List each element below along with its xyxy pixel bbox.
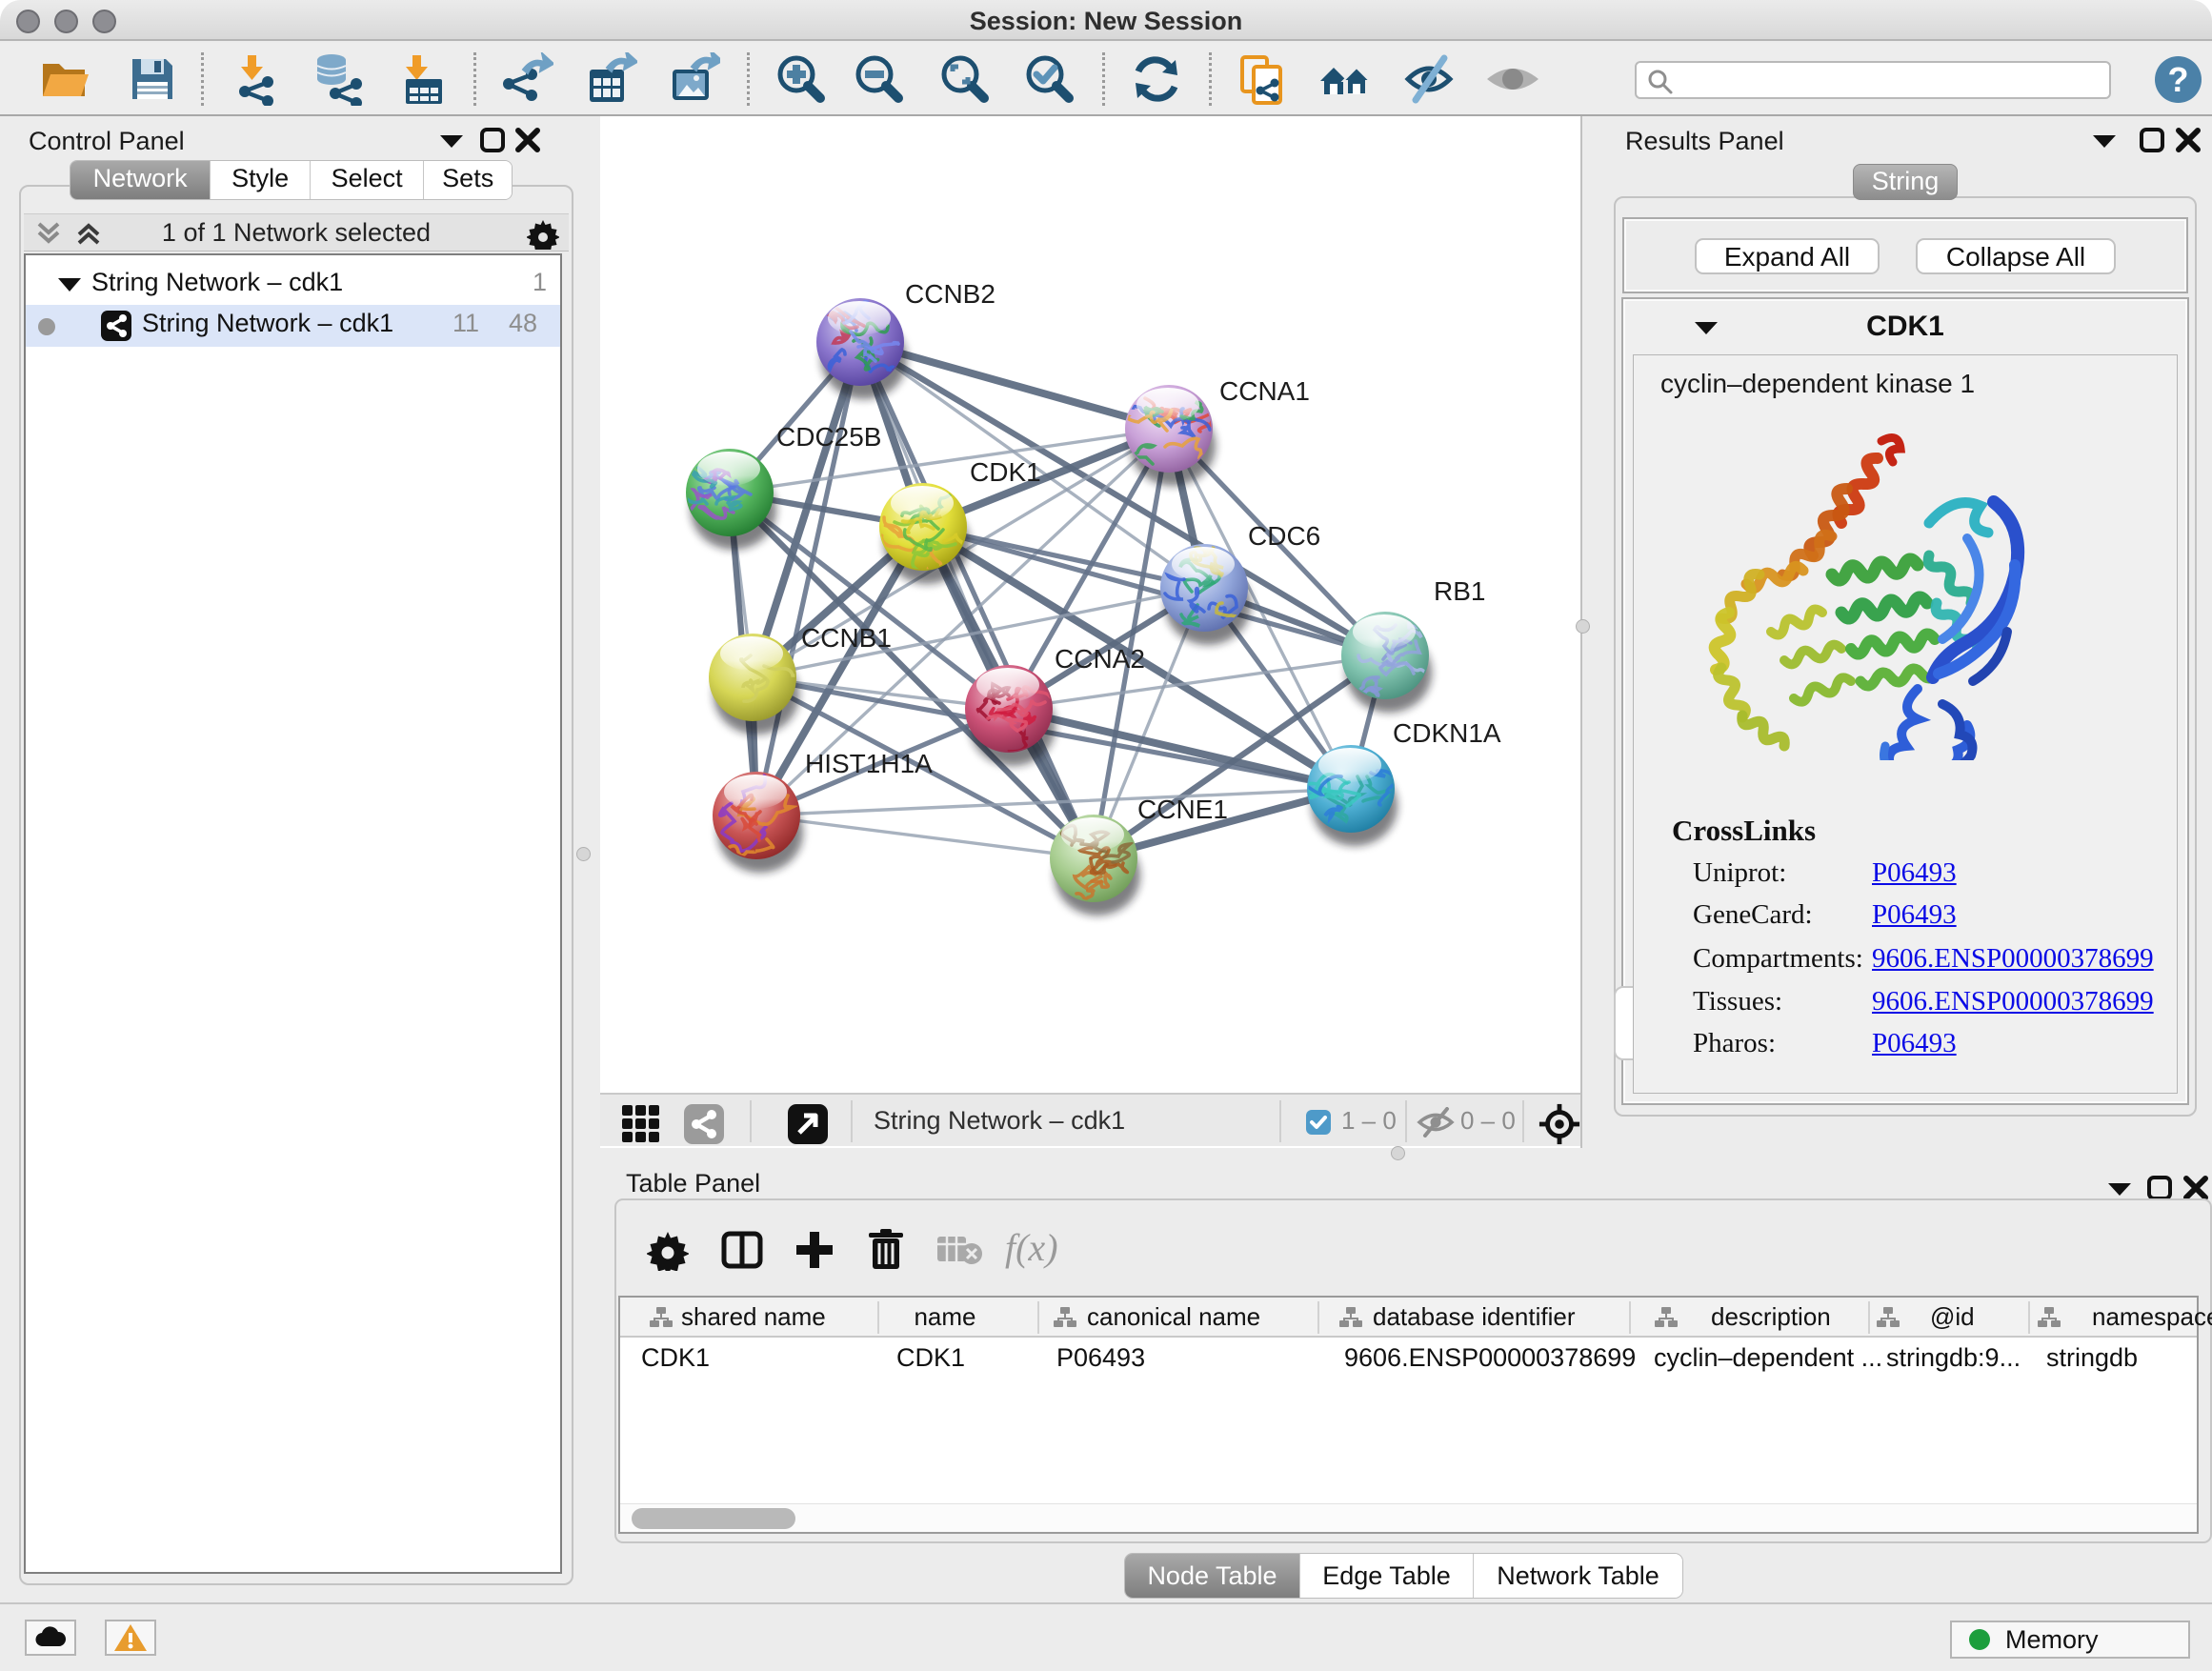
svg-text:CDC25B: CDC25B	[776, 422, 881, 452]
svg-text:CDC6: CDC6	[1248, 521, 1320, 551]
svg-text:CDK1: CDK1	[970, 457, 1041, 487]
svg-text:CCNA1: CCNA1	[1219, 376, 1310, 406]
svg-text:CCNE1: CCNE1	[1137, 795, 1228, 824]
svg-text:HIST1H1A: HIST1H1A	[805, 749, 933, 778]
svg-text:CDKN1A: CDKN1A	[1393, 718, 1501, 748]
svg-text:CCNA2: CCNA2	[1055, 644, 1145, 674]
svg-text:CCNB1: CCNB1	[801, 623, 892, 653]
svg-text:CCNB2: CCNB2	[905, 279, 995, 309]
svg-text:RB1: RB1	[1434, 576, 1485, 606]
